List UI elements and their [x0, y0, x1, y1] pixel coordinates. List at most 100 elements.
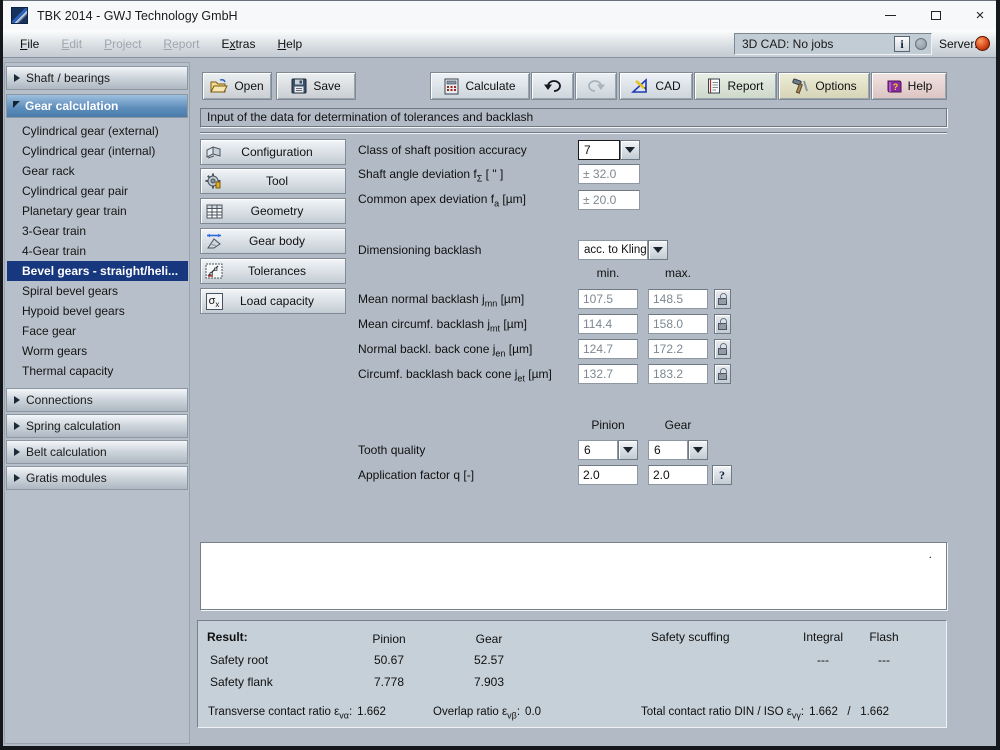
server-label: Server: — [939, 37, 978, 51]
gear-column-header: Gear — [648, 418, 708, 432]
lock-button[interactable] — [714, 289, 731, 309]
tooth-quality-gear-select[interactable]: 6 — [648, 440, 688, 460]
tooth-quality-pinion-select[interactable]: 6 — [578, 440, 618, 460]
cad-button[interactable]: CAD — [619, 72, 693, 100]
sidebar-item-cylindrical-gear-external[interactable]: Cylindrical gear (external) — [7, 121, 188, 141]
undo-button[interactable] — [531, 72, 574, 100]
sidebar-item-spiral-bevel-gears[interactable]: Spiral bevel gears — [7, 281, 188, 301]
sidebar-item-worm-gears[interactable]: Worm gears — [7, 341, 188, 361]
tooth-quality-gear-dropdown-button[interactable] — [688, 440, 708, 460]
window-border-right — [996, 0, 1000, 750]
info-button[interactable]: i — [894, 36, 910, 52]
report-document-icon — [707, 78, 721, 94]
sidebar-item-3-gear-train[interactable]: 3-Gear train — [7, 221, 188, 241]
accuracy-dropdown-button[interactable] — [620, 140, 640, 160]
options-button[interactable]: Options — [778, 72, 870, 100]
dimensioning-backlash-dropdown-button[interactable] — [648, 240, 668, 260]
menu-help[interactable]: Help — [266, 37, 313, 51]
application-factor-gear-input[interactable] — [648, 465, 708, 485]
help-button[interactable]: ? Help — [871, 72, 947, 100]
geometry-table-icon — [206, 204, 223, 219]
redo-button — [575, 72, 617, 100]
cad-status-indicator — [915, 38, 927, 50]
calculate-button[interactable]: Calculate — [430, 72, 530, 100]
sidebar-section-shaft-bearings[interactable]: Shaft / bearings — [6, 66, 188, 90]
save-floppy-icon — [291, 78, 307, 94]
message-content: . — [929, 547, 932, 561]
lock-button[interactable] — [714, 364, 731, 384]
chevron-down-icon — [653, 247, 663, 253]
server-status-indicator — [975, 36, 990, 51]
backlash-min-input — [578, 339, 638, 359]
dimensioning-backlash-select[interactable]: acc. to Klingelnberg — [578, 240, 648, 260]
backlash-row-label: Normal backl. back cone jen [µm] — [358, 342, 532, 358]
message-area: . — [200, 542, 947, 610]
cad-status-text: 3D CAD: No jobs — [742, 37, 894, 51]
redo-arrow-icon — [587, 79, 605, 93]
menu-items: File Edit Project Report Extras Help — [9, 30, 313, 57]
divider — [200, 132, 947, 134]
application-factor-pinion-input[interactable] — [578, 465, 638, 485]
integral-header: Integral — [791, 630, 855, 644]
maximize-button[interactable] — [919, 1, 953, 30]
lock-button[interactable] — [714, 314, 731, 334]
sidebar-section-gear-calculation[interactable]: Gear calculation — [6, 94, 188, 118]
gear-body-ruler-icon — [205, 233, 224, 250]
sidebar-section-connections[interactable]: Connections — [6, 388, 188, 412]
sidebar-item-cylindrical-gear-pair[interactable]: Cylindrical gear pair — [7, 181, 188, 201]
lock-button[interactable] — [714, 339, 731, 359]
backlash-max-input — [648, 314, 708, 334]
shaft-angle-input — [578, 164, 640, 184]
geometry-button[interactable]: Geometry — [200, 198, 346, 224]
gear-body-button[interactable]: Gear body — [200, 228, 346, 254]
sidebar-section-belt-calculation[interactable]: Belt calculation — [6, 440, 188, 464]
collapsed-arrow-icon — [14, 422, 20, 430]
sidebar-item-hypoid-bevel-gears[interactable]: Hypoid bevel gears — [7, 301, 188, 321]
load-capacity-button[interactable]: σx Load capacity — [200, 288, 346, 314]
backlash-min-input — [578, 289, 638, 309]
minimize-button[interactable] — [873, 1, 907, 30]
help-book-icon: ? — [886, 79, 902, 94]
sidebar-item-planetary-gear-train[interactable]: Planetary gear train — [7, 201, 188, 221]
safety-scuffing-label: Safety scuffing — [651, 630, 730, 644]
menu-extras[interactable]: Extras — [210, 37, 266, 51]
save-button[interactable]: Save — [276, 72, 356, 100]
open-button[interactable]: Open — [202, 72, 272, 100]
load-capacity-sigma-icon: σx — [206, 293, 223, 310]
sidebar-section-spring-calculation[interactable]: Spring calculation — [6, 414, 188, 438]
lock-icon — [718, 298, 727, 305]
application-factor-help-button[interactable]: ? — [712, 465, 732, 485]
tolerances-button[interactable]: Tolerances — [200, 258, 346, 284]
backlash-max-input — [648, 289, 708, 309]
svg-text:?: ? — [892, 82, 898, 92]
apex-deviation-label: Common apex deviation fa [µm] — [358, 192, 526, 208]
sidebar-item-4-gear-train[interactable]: 4-Gear train — [7, 241, 188, 261]
menu-project: Project — [93, 37, 152, 51]
cad-status-box: 3D CAD: No jobs i — [734, 33, 932, 55]
menu-file[interactable]: File — [9, 37, 50, 51]
sidebar-item-gear-rack[interactable]: Gear rack — [7, 161, 188, 181]
accuracy-select[interactable]: 7 — [578, 140, 620, 160]
configuration-button[interactable]: Configuration — [200, 139, 346, 165]
safety-root-gear-value: 52.57 — [457, 653, 521, 667]
scuffing-integral-value: --- — [791, 653, 855, 667]
backlash-max-input — [648, 339, 708, 359]
collapsed-arrow-icon — [14, 448, 20, 456]
sidebar-item-cylindrical-gear-internal[interactable]: Cylindrical gear (internal) — [7, 141, 188, 161]
result-title: Result: — [207, 630, 248, 644]
tool-button[interactable]: Tool — [200, 168, 346, 194]
chevron-down-icon — [693, 447, 703, 453]
open-folder-icon — [210, 79, 228, 94]
result-panel: Result: Pinion Gear Safety scuffing Inte… — [197, 620, 947, 728]
lock-icon — [718, 373, 727, 380]
tooth-quality-pinion-dropdown-button[interactable] — [618, 440, 638, 460]
close-button[interactable]: × — [963, 1, 997, 30]
sidebar-item-thermal-capacity[interactable]: Thermal capacity — [7, 361, 188, 381]
app-window: TBK 2014 - GWJ Technology GmbH × File Ed… — [0, 0, 1000, 750]
sidebar-item-face-gear[interactable]: Face gear — [7, 321, 188, 341]
accuracy-label: Class of shaft position accuracy — [358, 143, 527, 157]
sidebar-section-gratis-modules[interactable]: Gratis modules — [6, 466, 188, 490]
sidebar-item-bevel-gears-straight-helical[interactable]: Bevel gears - straight/heli... — [7, 261, 188, 281]
page-title: Input of the data for determination of t… — [200, 108, 947, 127]
report-button[interactable]: Report — [694, 72, 777, 100]
